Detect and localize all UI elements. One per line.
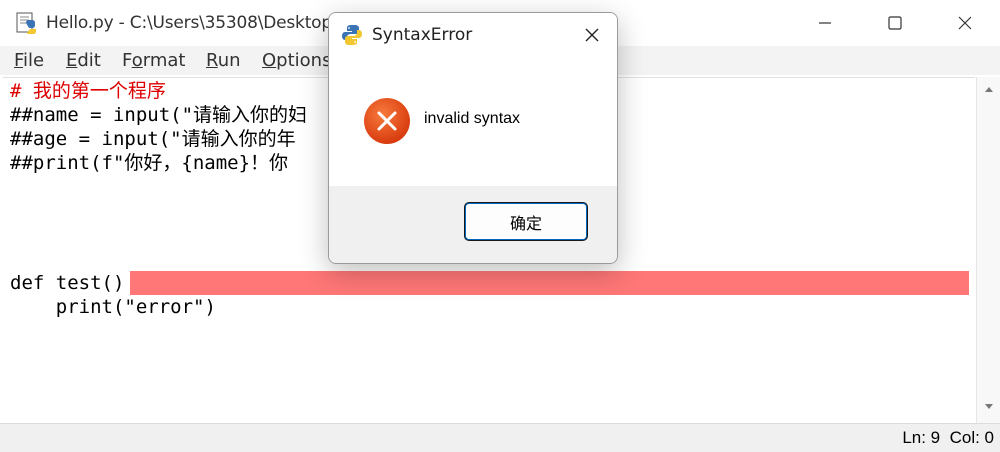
dialog-footer: 确定 xyxy=(329,186,617,263)
maximize-button[interactable] xyxy=(860,0,930,46)
menu-options[interactable]: Options xyxy=(262,50,331,71)
menu-run[interactable]: Run xyxy=(206,50,241,71)
cursor-position: Ln: 9 Col: 0 xyxy=(902,428,994,447)
menu-file[interactable]: File xyxy=(14,50,44,71)
minimize-icon xyxy=(819,22,831,24)
status-bar: Ln: 9 Col: 0 xyxy=(0,423,1000,452)
code-line-3: ##age = input("请输入你的年 xyxy=(10,128,296,150)
close-button[interactable] xyxy=(930,0,1000,46)
code-line-9: print("error") xyxy=(10,296,216,318)
python-icon xyxy=(342,25,362,45)
error-icon xyxy=(364,98,410,144)
menu-format[interactable]: Format xyxy=(122,50,185,71)
syntax-error-dialog: SyntaxError invalid syntax 确定 xyxy=(328,12,618,264)
close-icon xyxy=(585,28,599,42)
code-line-4: ##print(f"你好，{name}！你 xyxy=(10,152,289,174)
maximize-icon xyxy=(888,16,902,30)
syntax-error-highlight xyxy=(130,271,969,295)
vertical-scrollbar[interactable] xyxy=(976,77,1000,423)
scroll-up-icon[interactable] xyxy=(984,85,994,93)
close-icon xyxy=(958,16,972,30)
scroll-down-icon[interactable] xyxy=(984,403,994,411)
ok-button[interactable]: 确定 xyxy=(465,203,587,240)
python-idle-icon xyxy=(16,12,36,34)
code-line-8: def test() xyxy=(10,272,125,294)
dialog-title: SyntaxError xyxy=(372,25,473,45)
minimize-button[interactable] xyxy=(790,0,860,46)
menu-edit[interactable]: Edit xyxy=(66,50,101,71)
code-line-1: # 我的第一个程序 xyxy=(10,80,166,102)
dialog-body: invalid syntax xyxy=(329,57,617,186)
dialog-close-button[interactable] xyxy=(575,19,609,51)
dialog-message: invalid syntax xyxy=(424,110,521,127)
code-line-2: ##name = input("请输入你的妇 xyxy=(10,104,308,126)
dialog-title-bar: SyntaxError xyxy=(329,13,617,57)
window-title: Hello.py - C:\Users\35308\Desktop\ xyxy=(46,13,338,33)
